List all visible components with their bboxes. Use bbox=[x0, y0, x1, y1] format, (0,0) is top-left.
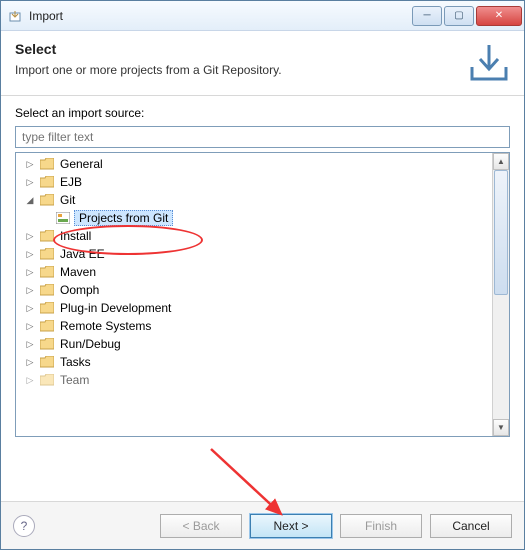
chevron-right-icon: ▷ bbox=[24, 249, 36, 260]
import-tree[interactable]: ▷ General ▷ EJB ◢ Git Projects from Git ▷ In… bbox=[16, 153, 492, 436]
folder-icon bbox=[39, 373, 55, 387]
titlebar[interactable]: Import ─ ▢ ✕ bbox=[1, 1, 524, 31]
chevron-right-icon: ▷ bbox=[24, 159, 36, 170]
tree-item-maven[interactable]: ▷ Maven bbox=[16, 263, 492, 281]
tree-item-label: Git bbox=[58, 193, 77, 207]
tree-item-general[interactable]: ▷ General bbox=[16, 155, 492, 173]
tree-item-remote-systems[interactable]: ▷ Remote Systems bbox=[16, 317, 492, 335]
tree-item-ejb[interactable]: ▷ EJB bbox=[16, 173, 492, 191]
folder-open-icon bbox=[39, 193, 55, 207]
tree-item-run-debug[interactable]: ▷ Run/Debug bbox=[16, 335, 492, 353]
tree-item-label: Team bbox=[58, 373, 91, 387]
folder-icon bbox=[39, 301, 55, 315]
tree-item-plugin-dev[interactable]: ▷ Plug-in Development bbox=[16, 299, 492, 317]
vertical-scrollbar[interactable]: ▲ ▼ bbox=[492, 153, 509, 436]
folder-icon bbox=[39, 247, 55, 261]
chevron-right-icon: ▷ bbox=[24, 375, 36, 386]
button-bar: ? < Back Next > Finish Cancel bbox=[1, 501, 524, 549]
wizard-header: Select Import one or more projects from … bbox=[1, 31, 524, 96]
folder-icon bbox=[39, 319, 55, 333]
chevron-right-icon: ▷ bbox=[24, 321, 36, 332]
chevron-right-icon: ▷ bbox=[24, 303, 36, 314]
chevron-right-icon: ▷ bbox=[24, 231, 36, 242]
folder-icon bbox=[39, 229, 55, 243]
tree-item-label: Install bbox=[58, 229, 93, 243]
tree-item-install[interactable]: ▷ Install bbox=[16, 227, 492, 245]
window-icon bbox=[7, 8, 23, 24]
folder-icon bbox=[39, 283, 55, 297]
folder-icon bbox=[39, 175, 55, 189]
chevron-right-icon: ▷ bbox=[24, 285, 36, 296]
folder-icon bbox=[39, 265, 55, 279]
tree-item-team[interactable]: ▷ Team bbox=[16, 371, 492, 389]
maximize-button[interactable]: ▢ bbox=[444, 6, 474, 26]
tree-item-label: General bbox=[58, 157, 105, 171]
folder-icon bbox=[39, 355, 55, 369]
folder-icon bbox=[39, 157, 55, 171]
close-button[interactable]: ✕ bbox=[476, 6, 522, 26]
tree-item-oomph[interactable]: ▷ Oomph bbox=[16, 281, 492, 299]
chevron-down-icon: ◢ bbox=[24, 195, 36, 206]
tree-item-javaee[interactable]: ▷ Java EE bbox=[16, 245, 492, 263]
tree-item-git[interactable]: ◢ Git bbox=[16, 191, 492, 209]
cancel-button[interactable]: Cancel bbox=[430, 514, 512, 538]
import-icon bbox=[468, 41, 510, 83]
window-title: Import bbox=[29, 9, 410, 23]
chevron-right-icon: ▷ bbox=[24, 339, 36, 350]
chevron-right-icon: ▷ bbox=[24, 357, 36, 368]
git-project-icon bbox=[55, 211, 71, 225]
minimize-button[interactable]: ─ bbox=[412, 6, 442, 26]
tree-item-label: Plug-in Development bbox=[58, 301, 173, 315]
tree-item-label: Java EE bbox=[58, 247, 107, 261]
filter-input[interactable] bbox=[15, 126, 510, 148]
tree-item-label: Run/Debug bbox=[58, 337, 123, 351]
chevron-right-icon: ▷ bbox=[24, 267, 36, 278]
source-label: Select an import source: bbox=[15, 106, 510, 120]
tree-item-label: Projects from Git bbox=[74, 210, 173, 226]
next-button[interactable]: Next > bbox=[250, 514, 332, 538]
tree-item-label: Tasks bbox=[58, 355, 93, 369]
scroll-down-button[interactable]: ▼ bbox=[493, 419, 509, 436]
back-button[interactable]: < Back bbox=[160, 514, 242, 538]
chevron-right-icon: ▷ bbox=[24, 177, 36, 188]
tree-item-label: Maven bbox=[58, 265, 98, 279]
tree-item-label: EJB bbox=[58, 175, 84, 189]
folder-icon bbox=[39, 337, 55, 351]
tree-item-projects-from-git[interactable]: Projects from Git bbox=[16, 209, 492, 227]
tree-item-label: Oomph bbox=[58, 283, 101, 297]
tree-item-label: Remote Systems bbox=[58, 319, 153, 333]
tree-item-tasks[interactable]: ▷ Tasks bbox=[16, 353, 492, 371]
finish-button[interactable]: Finish bbox=[340, 514, 422, 538]
page-title: Select bbox=[15, 41, 458, 57]
scroll-up-button[interactable]: ▲ bbox=[493, 153, 509, 170]
scroll-track[interactable] bbox=[493, 170, 509, 419]
scroll-thumb[interactable] bbox=[494, 170, 508, 295]
help-button[interactable]: ? bbox=[13, 515, 35, 537]
page-description: Import one or more projects from a Git R… bbox=[15, 63, 458, 77]
